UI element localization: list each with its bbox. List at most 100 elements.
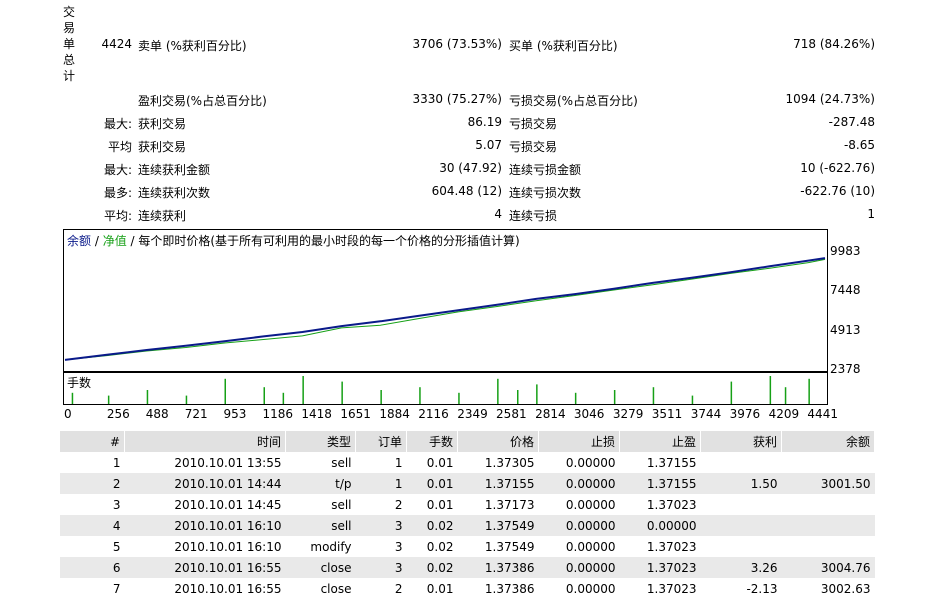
table-cell: 0.00000 bbox=[565, 581, 616, 596]
table-cell: 2010.10.01 16:55 bbox=[174, 581, 282, 596]
table-cell: 0.01 bbox=[406, 473, 458, 494]
vertical-label-char: 交 bbox=[62, 5, 75, 19]
table-cell bbox=[701, 494, 782, 515]
x-tick: 1884 bbox=[379, 407, 410, 421]
col-header-take-profit[interactable]: 止盈 bbox=[619, 431, 701, 452]
table-cell: 1.37023 bbox=[646, 497, 697, 512]
table-cell: 1.37386 bbox=[457, 557, 539, 578]
volume-bar bbox=[574, 392, 577, 404]
stats-right-value: -622.76 (10) bbox=[800, 184, 875, 198]
sell-label: 卖单 (%获利百分比) bbox=[138, 39, 247, 53]
table-cell: 1.37023 bbox=[646, 581, 697, 596]
table-cell bbox=[700, 515, 782, 536]
profit-trades-value: 3330 (75.27%) bbox=[412, 92, 502, 106]
table-cell: 2 bbox=[60, 473, 125, 494]
table-row[interactable]: 6 2010.10.01 16:55 close 3 0.02 1.37386 0.0000… bbox=[60, 557, 875, 578]
stats-prefix: 最多: bbox=[103, 186, 132, 200]
table-cell: 7 bbox=[112, 581, 121, 596]
col-header-price[interactable]: 价格 bbox=[457, 431, 539, 452]
table-cell: 3002.63 bbox=[820, 581, 871, 596]
table-cell: sell bbox=[285, 515, 356, 536]
legend-description: / 每个即时价格(基于所有可利用的最小时段的每一个价格的分形插值计算) bbox=[126, 234, 520, 248]
table-row[interactable]: 4 2010.10.01 16:10 sell 3 0.02 1.37549 0.00000… bbox=[60, 515, 875, 536]
table-cell: 5 bbox=[112, 539, 121, 554]
stats-right-value: -287.48 bbox=[828, 115, 875, 129]
stats-prefix: 平均: bbox=[103, 209, 132, 223]
table-cell: 0.00000 bbox=[565, 497, 616, 512]
volume-bar bbox=[784, 387, 787, 404]
table-cell: 1.37305 bbox=[484, 455, 535, 470]
table-cell: 3 bbox=[355, 515, 407, 536]
stats-prefix: 平均 bbox=[107, 140, 132, 154]
x-tick: 4441 bbox=[807, 407, 838, 421]
volume-bar bbox=[282, 392, 285, 404]
volume-bar bbox=[458, 392, 460, 404]
legend-separator: / bbox=[91, 234, 103, 248]
table-cell bbox=[701, 536, 782, 557]
table-cell: 0.02 bbox=[426, 539, 454, 554]
table-cell bbox=[781, 515, 875, 536]
volume-bar bbox=[691, 395, 694, 404]
stats-prefix: 最大: bbox=[103, 117, 132, 131]
table-header-row: # 时间 类型 订单 手数 价格 止损 止盈 获利 余额 bbox=[60, 431, 875, 452]
volume-bar bbox=[224, 378, 226, 404]
balance-equity-chart: 余额 / 净值 / 每个即时价格(基于所有可利用的最小时段的每一个价格的分形插值… bbox=[63, 229, 828, 372]
table-cell: t/p bbox=[285, 473, 356, 494]
table-cell: 1.37155 bbox=[646, 455, 697, 470]
table-row[interactable]: 3 2010.10.01 14:45 sell 2 0.01 1.37173 0.00000… bbox=[60, 494, 875, 515]
col-header-order[interactable]: 订单 bbox=[355, 431, 407, 452]
col-header-type[interactable]: 类型 bbox=[285, 431, 356, 452]
table-cell: 2010.10.01 16:55 bbox=[124, 557, 286, 578]
vertical-label-char: 单 bbox=[62, 37, 75, 51]
table-cell: 0.02 bbox=[406, 515, 458, 536]
volume-bar bbox=[652, 387, 655, 404]
volume-bar bbox=[71, 392, 74, 404]
volume-bar bbox=[419, 387, 421, 404]
table-cell: -2.13 bbox=[746, 581, 778, 596]
table-cell: 2010.10.01 16:10 bbox=[174, 539, 282, 554]
stats-right-label: 连续亏损金额 bbox=[509, 163, 582, 177]
y-tick: 2378 bbox=[830, 362, 861, 376]
col-header-balance[interactable]: 余额 bbox=[781, 431, 875, 452]
table-row[interactable]: 1 2010.10.01 13:55 sell 1 0.01 1.37305 0.00000… bbox=[60, 452, 875, 473]
table-cell: 3 bbox=[355, 557, 407, 578]
x-tick: 1651 bbox=[340, 407, 371, 421]
profit-trades-label: 盈利交易(%占总百分比) bbox=[138, 94, 267, 108]
table-cell bbox=[782, 536, 875, 557]
col-header-stop-loss[interactable]: 止损 bbox=[538, 431, 620, 452]
col-header-lots[interactable]: 手数 bbox=[406, 431, 458, 452]
total-trades-value: 4424 bbox=[101, 37, 132, 51]
x-tick: 2349 bbox=[457, 407, 488, 421]
volume-bar bbox=[769, 376, 772, 404]
y-tick: 7448 bbox=[830, 283, 861, 297]
stats-left-label: 获利交易 bbox=[138, 117, 187, 131]
col-header-time[interactable]: 时间 bbox=[124, 431, 286, 452]
table-cell: 2010.10.01 16:10 bbox=[124, 515, 286, 536]
table-cell: 2 bbox=[394, 581, 403, 596]
stats-right-value: 1 bbox=[867, 207, 875, 221]
table-cell: 2010.10.01 14:44 bbox=[124, 473, 286, 494]
table-cell: 1 bbox=[394, 455, 403, 470]
volume-bar bbox=[341, 381, 343, 404]
volume-bar bbox=[146, 390, 149, 404]
table-row[interactable]: 7 2010.10.01 16:55 close 2 0.01 1.37386 0.0000… bbox=[60, 578, 875, 599]
table-cell: 3 bbox=[112, 497, 121, 512]
table-cell: 1.37549 bbox=[457, 515, 539, 536]
x-tick: 3976 bbox=[729, 407, 761, 421]
volume-plot bbox=[71, 376, 810, 404]
col-header-index[interactable]: # bbox=[60, 431, 125, 452]
table-row[interactable]: 2 2010.10.01 14:44 t/p 1 0.01 1.37155 0.00000 1… bbox=[60, 473, 875, 494]
stats-right-label: 连续亏损 bbox=[509, 209, 558, 223]
table-cell: 2010.10.01 14:45 bbox=[174, 497, 282, 512]
volume-bar bbox=[185, 395, 188, 404]
col-header-profit[interactable]: 获利 bbox=[700, 431, 782, 452]
table-cell: close bbox=[285, 557, 356, 578]
table-cell: 1 bbox=[112, 455, 121, 470]
table-row[interactable]: 5 2010.10.01 16:10 modify 3 0.02 1.37549 0.000… bbox=[60, 536, 875, 557]
x-tick: 256 bbox=[106, 407, 130, 421]
loss-trades-label: 亏损交易(%占总百分比) bbox=[509, 94, 638, 108]
volume-chart: 手数 bbox=[63, 372, 828, 405]
table-cell bbox=[782, 494, 875, 515]
table-cell: 1.50 bbox=[700, 473, 782, 494]
stats-right-label: 亏损交易 bbox=[509, 117, 558, 131]
